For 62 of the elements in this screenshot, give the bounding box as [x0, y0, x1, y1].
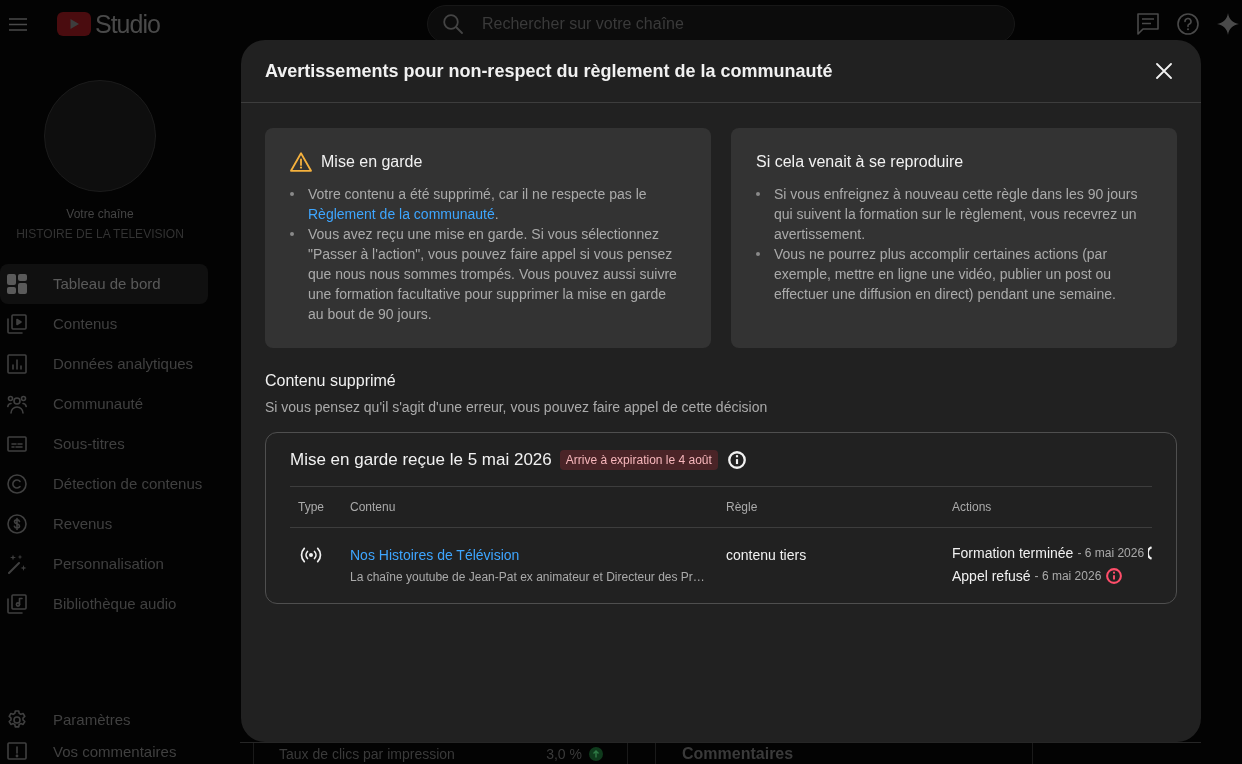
dollar-icon — [7, 514, 27, 534]
sidebar-item[interactable]: Données analytiques — [0, 344, 208, 384]
action-label: Appel refusé — [952, 567, 1031, 586]
bar-chart-icon — [7, 354, 27, 374]
dialog-title: Avertissements pour non-respect du règlement de la communauté — [265, 60, 833, 83]
sidebar-item[interactable]: Contenus — [0, 304, 208, 344]
bullet-text: Si vous enfreignez à nouveau cette règle dans les 90 jours qui suivent la formation sur le règlement, vous recevrez un avertissement. — [774, 185, 1139, 244]
copyright-icon — [7, 474, 27, 494]
bullet-text: Vous ne pourrez plus accomplir certaines actions (par exemple, mettre en ligne une vidéo, publier un post ou effectuer une diffusion en direct) pendant une semaine. — [774, 245, 1117, 304]
warning-icon — [290, 152, 312, 172]
sidebar-item[interactable]: Revenus — [0, 504, 208, 544]
action-label: Formation terminée — [952, 544, 1074, 563]
action-date: - 6 mai 2026 — [1034, 568, 1102, 584]
sidebar-item[interactable]: Détection de contenus — [0, 464, 208, 504]
bullet-icon — [756, 252, 760, 256]
bullet-icon — [756, 192, 760, 196]
sidebar-item[interactable]: Bibliothèque audio — [0, 584, 208, 624]
play-logo-icon[interactable] — [57, 12, 91, 36]
clipped-info-icon[interactable] — [1148, 546, 1153, 560]
broadcast-icon — [300, 547, 322, 563]
logo-text: Studio — [95, 10, 160, 38]
subtitles-icon — [7, 434, 27, 454]
policy-link[interactable]: Règlement de la communauté — [308, 206, 495, 222]
column-header: Actions — [952, 499, 992, 515]
column-header: Règle — [726, 499, 758, 515]
feedback-icon — [7, 742, 27, 762]
bullet-icon — [290, 192, 294, 196]
sidebar-item[interactable]: Communauté — [0, 384, 208, 424]
comment-icon[interactable] — [1137, 13, 1159, 35]
strike-title: Mise en garde reçue le 5 mai 2026 — [290, 448, 552, 471]
sidebar-item[interactable]: Paramètres — [0, 700, 208, 740]
video-library-icon — [7, 314, 27, 334]
section-subtitle: Si vous pensez qu'il s'agit d'une erreur, vous pouvez faire appel de cette décision — [265, 398, 769, 417]
content-description: La chaîne youtube de Jean-Pat ex animateur et Directeur des Pr… — [350, 569, 705, 586]
arrow-up-circle-icon — [589, 746, 603, 761]
card-title: Mise en garde — [321, 152, 423, 172]
music-library-icon — [7, 594, 27, 614]
bullet-icon — [290, 232, 294, 236]
section-title: Contenu supprimé — [265, 372, 397, 390]
column-header: Type — [298, 499, 324, 515]
rule-cell-text: contenu tiers — [726, 546, 807, 565]
dashboard-icon — [7, 274, 27, 294]
sidebar-item[interactable]: Personnalisation — [0, 544, 208, 584]
action-date: - 6 mai 2026 — [1077, 545, 1145, 561]
card-title: Si cela venait à se reproduire — [756, 152, 964, 172]
help-icon[interactable] — [1177, 13, 1199, 35]
settings-icon — [7, 710, 27, 730]
close-icon[interactable] — [1156, 63, 1172, 79]
channel-label: Votre chaîne — [66, 206, 134, 222]
bullet-text: Votre contenu a été supprimé, car il ne respecte pas le Règlement de la communauté. — [308, 185, 648, 224]
sidebar-item[interactable]: Vos commentaires — [0, 740, 208, 764]
content-title-link[interactable]: Nos Histoires de Télévision — [350, 545, 520, 565]
magic-wand-icon — [7, 554, 27, 574]
search-icon[interactable] — [443, 14, 463, 34]
sidebar-item[interactable]: Sous-titres — [0, 424, 208, 464]
sidebar-item[interactable]: Tableau de bord — [0, 264, 208, 304]
sparkle-icon[interactable] — [1217, 13, 1239, 35]
expiry-badge: Arrive à expiration le 4 août — [559, 449, 718, 470]
bullet-text: Vous avez reçu une mise en garde. Si vous sélectionnez "Passer à l'action", vous pouvez faire appel si vous pensez que nous nous sommes trompés. Vous pouvez aussi suivre une formation facultative pour supprimer la mise en garde au bout de 90 jours. — [308, 225, 678, 324]
menu-icon[interactable] — [9, 17, 27, 31]
people-icon — [7, 394, 27, 414]
column-header: Contenu — [350, 499, 396, 515]
